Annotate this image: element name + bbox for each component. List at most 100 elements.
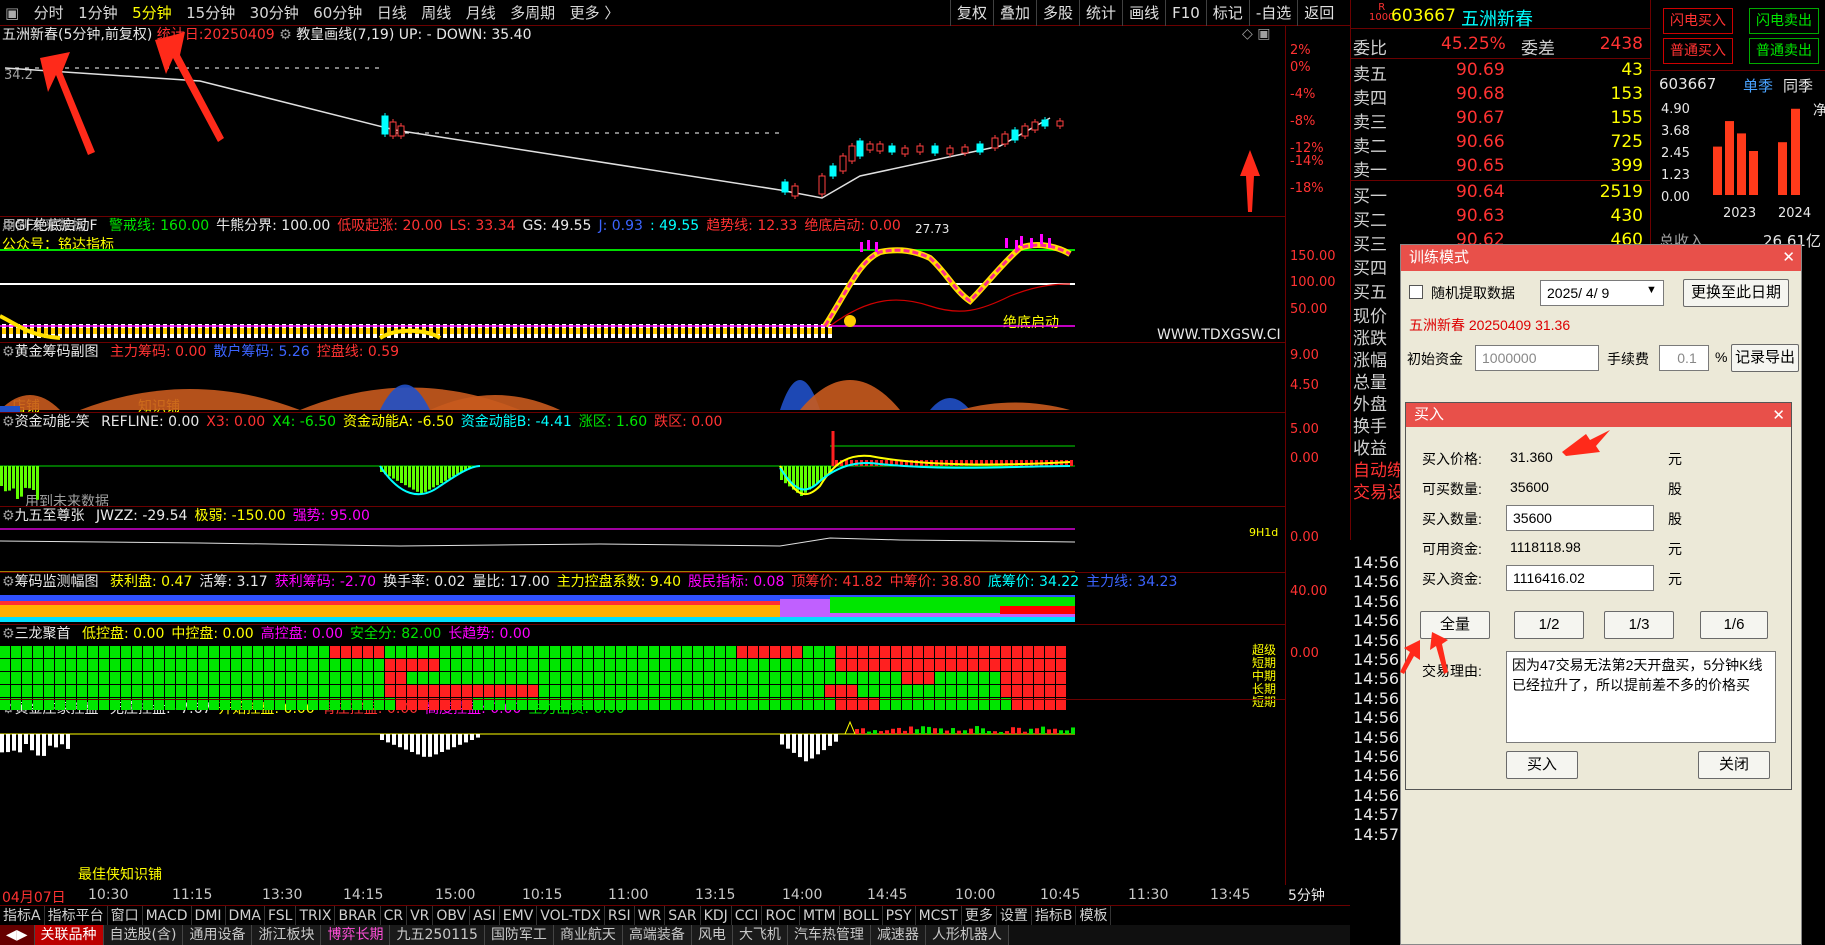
indicator-tab[interactable]: VR xyxy=(407,906,434,926)
reason-textarea[interactable]: 因为47交易无法第2天开盘买，5分钟K线已经拉升了，所以提前差不多的价格买 xyxy=(1506,651,1776,743)
grid-cell xyxy=(1012,685,1022,697)
period-tab-30min[interactable]: 30分钟 xyxy=(245,0,304,26)
period-tab-multi[interactable]: 多周期 xyxy=(505,0,560,26)
sector-tab[interactable]: 减速器 xyxy=(870,925,926,945)
close-icon[interactable]: ✕ xyxy=(1782,248,1795,266)
period-tab-5min[interactable]: 5分钟 xyxy=(127,0,177,26)
indicator-tab[interactable]: PSY xyxy=(883,906,916,926)
f10-button[interactable]: F10 xyxy=(1165,0,1206,26)
indicator-tab[interactable]: EMV xyxy=(500,906,538,926)
sector-tab[interactable]: 商业航天 xyxy=(553,925,623,945)
tab-single-quarter[interactable]: 单季 xyxy=(1743,75,1773,96)
change-date-button[interactable]: 更换至此日期 xyxy=(1683,279,1789,307)
grid-cell xyxy=(451,672,461,684)
period-tab-60min[interactable]: 60分钟 xyxy=(308,0,367,26)
indicator-tab[interactable]: SAR xyxy=(665,906,701,926)
indicator-tab[interactable]: DMI xyxy=(192,906,226,926)
sector-tab[interactable]: 大飞机 xyxy=(732,925,788,945)
indicator-tab[interactable]: MCST xyxy=(916,906,962,926)
normal-sell-button[interactable]: 普通卖出 xyxy=(1749,38,1819,64)
mark-button[interactable]: 标记 xyxy=(1205,0,1249,26)
indicator-tab[interactable]: BOLL xyxy=(840,906,883,926)
flash-sell-button[interactable]: 闪电卖出 xyxy=(1749,8,1819,34)
period-tab-month[interactable]: 月线 xyxy=(461,0,501,26)
sixth-amount-button[interactable]: 1/6 xyxy=(1700,611,1768,639)
level-volume: 2519 xyxy=(1599,182,1643,202)
indicator-tab[interactable]: VOL-TDX xyxy=(537,906,605,926)
period-tab-15min[interactable]: 15分钟 xyxy=(181,0,240,26)
indicator-tab[interactable]: 指标B xyxy=(1032,906,1077,926)
indicator-tab[interactable]: BRAR xyxy=(335,906,381,926)
sector-tab[interactable]: 自选股(含) xyxy=(103,925,184,945)
indicator-tab[interactable]: 设置 xyxy=(997,906,1032,926)
close-button[interactable]: 关闭 xyxy=(1698,751,1770,779)
confirm-buy-button[interactable]: 买入 xyxy=(1506,751,1578,779)
indicator-tab[interactable]: 更多 xyxy=(962,906,997,926)
period-tab-more[interactable]: 更多 〉 xyxy=(565,0,625,26)
bar-mark xyxy=(485,328,489,334)
grid-cell xyxy=(770,646,780,658)
indicator-tab[interactable]: 指标平台 xyxy=(45,906,108,926)
sector-tab[interactable]: 关联品种 xyxy=(34,925,104,945)
sector-tab[interactable]: 浙江板块 xyxy=(252,925,322,945)
indicator-tab[interactable]: WR xyxy=(635,906,666,926)
chart-area[interactable]: 五洲新春(5分钟,前复权) 统计日:20250409 ⚙ 教皇画线(7,19) … xyxy=(0,26,1350,885)
third-amount-button[interactable]: 1/3 xyxy=(1604,611,1674,639)
sector-tab[interactable]: 风电 xyxy=(691,925,733,945)
indicator-tab[interactable]: 模板 xyxy=(1076,906,1112,926)
indicator-tab[interactable]: RSI xyxy=(605,906,635,926)
multi-stock-button[interactable]: 多股 xyxy=(1036,0,1079,26)
grid-cell xyxy=(682,672,692,684)
period-tab-1min[interactable]: 1分钟 xyxy=(73,0,123,26)
sector-tab[interactable]: 通用设备 xyxy=(183,925,253,945)
indicator-tab[interactable]: CR xyxy=(381,906,408,926)
random-checkbox[interactable] xyxy=(1409,285,1423,299)
chevron-down-icon[interactable]: ▼ xyxy=(1646,284,1657,296)
indicator-tab[interactable]: FSL xyxy=(265,906,297,926)
grid-cell xyxy=(264,685,274,697)
indicator-tab[interactable]: MTM xyxy=(800,906,840,926)
full-amount-button[interactable]: 全量 xyxy=(1420,611,1490,639)
amount-input[interactable]: 1116416.02 xyxy=(1506,565,1654,591)
qty-input[interactable]: 35600 xyxy=(1506,505,1654,531)
remove-favorite-button[interactable]: -自选 xyxy=(1248,0,1297,26)
indicator-tab[interactable]: OBV xyxy=(433,906,471,926)
period-tab-week[interactable]: 周线 xyxy=(416,0,456,26)
period-tab-fenshi[interactable]: 分时 xyxy=(29,0,69,26)
indicator-tab[interactable]: KDJ xyxy=(701,906,732,926)
indicator-tab[interactable]: ROC xyxy=(762,906,800,926)
close-icon[interactable]: ✕ xyxy=(1772,406,1785,424)
indicator-tab[interactable]: DMA xyxy=(226,906,265,926)
normal-buy-button[interactable]: 普通买入 xyxy=(1663,38,1733,64)
indicator-tab[interactable]: CCI xyxy=(732,906,763,926)
capital-input[interactable]: 1000000 xyxy=(1475,345,1599,371)
back-button[interactable]: 返回 xyxy=(1297,0,1340,26)
tab-scroll-icon[interactable]: ◀▶ xyxy=(0,925,35,945)
indicator-tab[interactable]: ASI xyxy=(470,906,500,926)
tab-same-quarter[interactable]: 同季 xyxy=(1783,75,1813,96)
sector-tab[interactable]: 人形机器人 xyxy=(925,925,1009,945)
indicator-tab[interactable]: 指标A xyxy=(0,906,45,926)
candle-body xyxy=(961,146,969,154)
indicator-tab[interactable]: 窗口 xyxy=(108,906,143,926)
indicator-chart[interactable] xyxy=(0,26,1285,885)
half-amount-button[interactable]: 1/2 xyxy=(1514,611,1584,639)
sector-tab[interactable]: 国防军工 xyxy=(484,925,554,945)
overlay-button[interactable]: 叠加 xyxy=(993,0,1036,26)
fee-input[interactable]: 0.1 xyxy=(1659,345,1709,371)
draw-line-button[interactable]: 画线 xyxy=(1122,0,1165,26)
toolbar-menu-icon[interactable]: ▣ xyxy=(0,0,24,26)
grid-cell xyxy=(748,685,758,697)
indicator-tab[interactable]: TRIX xyxy=(296,906,336,926)
flash-buy-button[interactable]: 闪电买入 xyxy=(1663,8,1733,34)
sector-tab[interactable]: 高端装备 xyxy=(622,925,692,945)
grid-cell xyxy=(0,659,10,671)
sector-tab[interactable]: 汽车热管理 xyxy=(787,925,871,945)
stats-button[interactable]: 统计 xyxy=(1079,0,1122,26)
sector-tab[interactable]: 九五250115 xyxy=(390,925,485,945)
period-tab-day[interactable]: 日线 xyxy=(372,0,412,26)
sector-tab[interactable]: 博弈长期 xyxy=(321,925,391,945)
export-record-button[interactable]: 记录导出 xyxy=(1731,344,1799,372)
indicator-tab[interactable]: MACD xyxy=(143,906,192,926)
restore-rights-button[interactable]: 复权 xyxy=(950,0,993,26)
